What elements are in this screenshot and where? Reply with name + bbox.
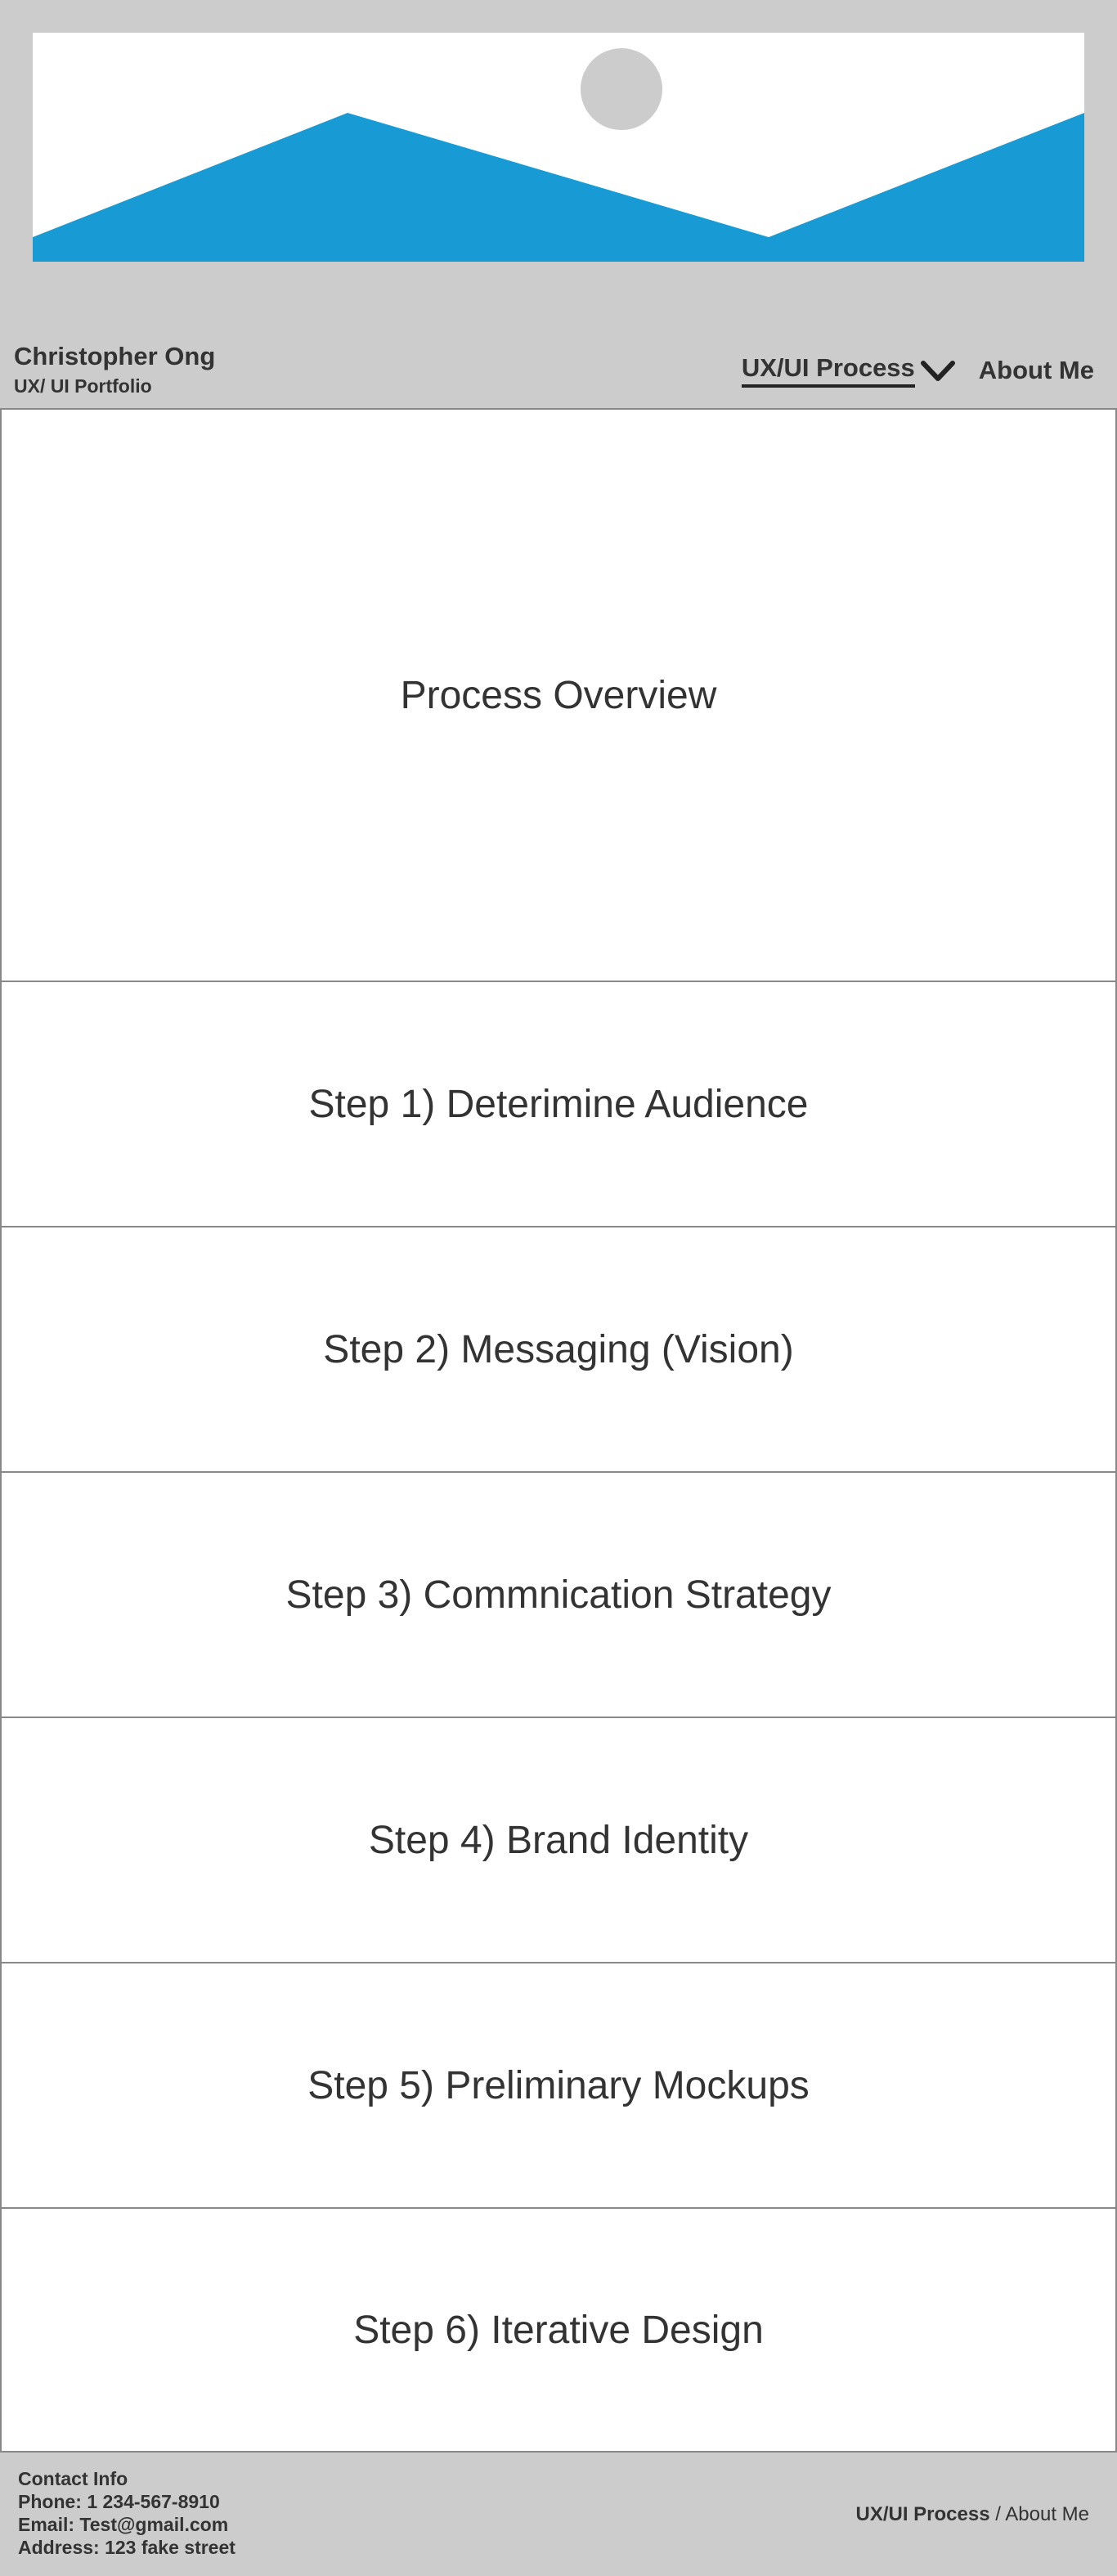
contact-title: Contact Info	[18, 2468, 128, 2489]
section-step-1[interactable]: Step 1) Deterimine Audience	[0, 981, 1117, 1226]
section-title: Step 5) Preliminary Mockups	[307, 2063, 810, 2107]
section-title: Step 6) Iterative Design	[353, 2308, 764, 2352]
section-title: Step 3) Commnication Strategy	[285, 1573, 832, 1617]
contact-info: Contact Info Phone: 1 234-567-8910 Email…	[18, 2467, 236, 2559]
section-step-3[interactable]: Step 3) Commnication Strategy	[0, 1471, 1117, 1717]
section-step-2[interactable]: Step 2) Messaging (Vision)	[0, 1226, 1117, 1471]
footer-link-about-me[interactable]: About Me	[1005, 2503, 1089, 2525]
image-placeholder-icon	[33, 33, 1084, 262]
section-step-6[interactable]: Step 6) Iterative Design	[0, 2207, 1117, 2453]
chevron-down-icon[interactable]	[920, 358, 956, 383]
nav-about-me[interactable]: About Me	[979, 356, 1094, 385]
brand-block: Christopher Ong UX/ UI Portfolio	[14, 342, 215, 397]
contact-email: Email: Test@gmail.com	[18, 2514, 229, 2535]
section-title: Step 2) Messaging (Vision)	[323, 1327, 794, 1371]
footer-link-ux-ui-process[interactable]: UX/UI Process	[856, 2503, 990, 2525]
contact-phone: Phone: 1 234-567-8910	[18, 2491, 220, 2512]
section-title: Process Overview	[400, 673, 717, 717]
site-subtitle: UX/ UI Portfolio	[14, 375, 152, 397]
site-owner-name: Christopher Ong	[14, 342, 216, 370]
nav-ux-ui-process[interactable]: UX/UI Process	[741, 353, 915, 388]
process-sections: Process Overview Step 1) Deterimine Audi…	[0, 408, 1117, 2453]
sun-circle	[581, 48, 662, 130]
section-title: Step 1) Deterimine Audience	[308, 1082, 809, 1126]
section-step-5[interactable]: Step 5) Preliminary Mockups	[0, 1962, 1117, 2207]
footer-nav-separator: /	[989, 2503, 1006, 2525]
footer: Contact Info Phone: 1 234-567-8910 Email…	[0, 2454, 1117, 2576]
section-step-4[interactable]: Step 4) Brand Identity	[0, 1717, 1117, 1962]
hero-image-placeholder	[33, 33, 1084, 262]
contact-address: Address: 123 fake street	[18, 2537, 236, 2558]
section-process-overview[interactable]: Process Overview	[0, 408, 1117, 981]
main-nav: UX/UI Process About Me	[741, 353, 1094, 388]
footer-nav: UX/UI Process / About Me	[856, 2503, 1090, 2526]
section-title: Step 4) Brand Identity	[368, 1818, 749, 1862]
